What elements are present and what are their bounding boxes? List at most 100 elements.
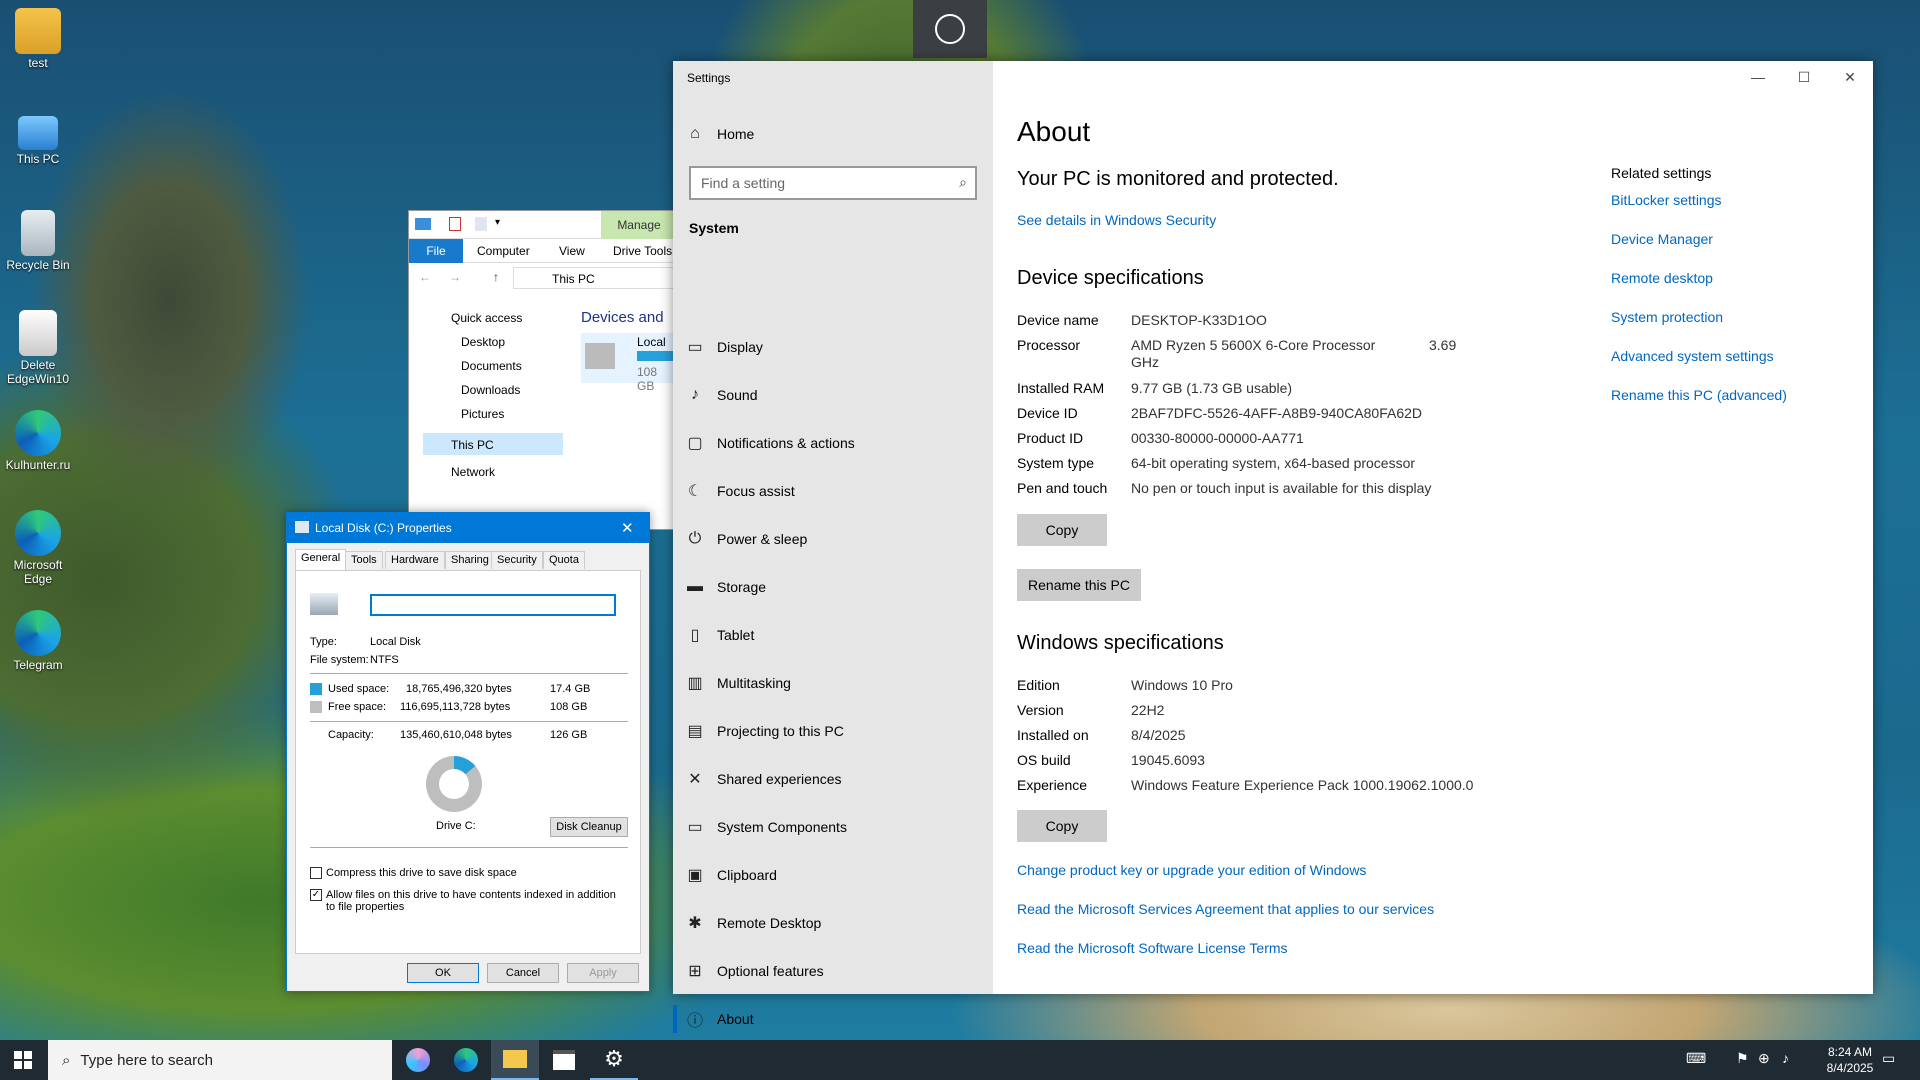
taskbar-copilot-button[interactable] — [394, 1040, 442, 1080]
nav-item-shared-experiences[interactable]: ✕ Shared experiences — [673, 759, 993, 799]
up-icon[interactable]: ↑ — [493, 270, 499, 284]
nav-item-power-sleep[interactable]: ⏻ Power & sleep — [673, 519, 993, 559]
nav-item-about[interactable]: ⓘ About — [673, 999, 993, 1039]
nav-home-label: Home — [717, 126, 755, 142]
volume-icon[interactable]: ♪ — [1782, 1050, 1789, 1066]
user-avatar-badge[interactable] — [913, 0, 987, 58]
drive-tile[interactable]: Local D 108 GB — [581, 333, 677, 393]
copy-windows-specs-button[interactable]: Copy — [1017, 810, 1107, 842]
desktop-icon-telegram[interactable]: Telegram — [2, 610, 74, 672]
nav-item-storage[interactable]: ▬ Storage — [673, 567, 993, 607]
tab-sharing[interactable]: Sharing — [445, 551, 495, 569]
desktop-icon-kulhunter[interactable]: Kulhunter.ru — [2, 410, 74, 472]
keyboard-icon[interactable]: ⌨ — [1686, 1050, 1706, 1067]
computer-icon[interactable] — [415, 218, 431, 230]
nav-item-focus-assist[interactable]: ☾ Focus assist — [673, 471, 993, 511]
index-label: Allow files on this drive to have conten… — [326, 889, 616, 913]
device-manager-link[interactable]: Device Manager — [1611, 231, 1713, 247]
tab-quota[interactable]: Quota — [543, 551, 585, 569]
taskbar-edge-button[interactable] — [442, 1040, 490, 1080]
tab-general[interactable]: General — [295, 549, 347, 571]
nav-item-clipboard[interactable]: ▣ Clipboard — [673, 855, 993, 895]
rename-pc-advanced-link[interactable]: Rename this PC (advanced) — [1611, 387, 1787, 403]
nav-item-multitasking[interactable]: ▥ Multitasking — [673, 663, 993, 703]
action-center-icon[interactable]: ▭ — [1882, 1050, 1895, 1067]
edge-icon — [15, 510, 61, 556]
nav-network[interactable]: Network — [451, 465, 495, 479]
rename-pc-button[interactable]: Rename this PC — [1017, 569, 1141, 601]
clock[interactable]: 8:24 AM 8/4/2025 — [1818, 1044, 1882, 1076]
close-icon[interactable]: ✕ — [621, 519, 634, 537]
tab-tools[interactable]: Tools — [345, 551, 383, 569]
advanced-system-settings-link[interactable]: Advanced system settings — [1611, 348, 1774, 364]
remote-desktop-link[interactable]: Remote desktop — [1611, 270, 1713, 286]
system-protection-link[interactable]: System protection — [1611, 309, 1723, 325]
taskbar-search-box[interactable]: ⌕ Type here to search — [48, 1040, 392, 1080]
cancel-button[interactable]: Cancel — [487, 963, 559, 983]
services-agreement-link[interactable]: Read the Microsoft Services Agreement th… — [1017, 901, 1434, 917]
nav-item-sound[interactable]: ♪ Sound — [673, 375, 993, 415]
desktop-icon-delete-edge[interactable]: Delete EdgeWin10 — [2, 310, 74, 386]
nav-item-display[interactable]: ▭ Display — [673, 327, 993, 367]
nav-item-optional-features[interactable]: ⊞ Optional features — [673, 951, 993, 991]
nav-documents[interactable]: Documents — [461, 359, 522, 373]
drive-icon — [310, 593, 338, 615]
compress-checkbox[interactable] — [310, 867, 322, 879]
chevron-down-icon[interactable]: ▾ — [495, 217, 500, 228]
copy-device-specs-button[interactable]: Copy — [1017, 514, 1107, 546]
nav-item-label: Clipboard — [717, 867, 777, 883]
notifications-tray-icon[interactable]: ⚑ — [1736, 1050, 1749, 1067]
nav-downloads[interactable]: Downloads — [461, 383, 520, 397]
spec-label: Product ID — [1017, 430, 1084, 446]
user-folder-icon — [15, 8, 61, 54]
drive-usage-bar — [637, 351, 677, 361]
volume-label-input[interactable] — [370, 594, 616, 616]
nav-desktop[interactable]: Desktop — [461, 335, 505, 349]
bitlocker-settings-link[interactable]: BitLocker settings — [1611, 192, 1722, 208]
network-icon[interactable]: ⊕ — [1758, 1050, 1770, 1067]
used-space-gb: 17.4 GB — [550, 683, 591, 695]
settings-window: Settings ⌂ Home Find a setting ⌕ System … — [673, 61, 1873, 1033]
nav-item-system-components[interactable]: ▭ System Components — [673, 807, 993, 847]
properties-icon[interactable] — [449, 217, 461, 231]
nav-quick-access[interactable]: Quick access — [451, 311, 522, 325]
tab-view[interactable]: View — [559, 244, 585, 258]
nav-item-projecting-to-this-pc[interactable]: ▤ Projecting to this PC — [673, 711, 993, 751]
disk-cleanup-button[interactable]: Disk Cleanup — [550, 817, 628, 837]
license-terms-link[interactable]: Read the Microsoft Software License Term… — [1017, 940, 1288, 956]
security-details-link[interactable]: See details in Windows Security — [1017, 212, 1216, 228]
find-setting-input[interactable]: Find a setting ⌕ — [689, 166, 977, 200]
nav-pictures[interactable]: Pictures — [461, 407, 504, 421]
nav-home[interactable]: ⌂ Home — [673, 114, 993, 154]
tab-security[interactable]: Security — [491, 551, 543, 569]
address-path[interactable]: This PC — [513, 267, 677, 289]
capacity-gb: 126 GB — [550, 729, 588, 741]
index-checkbox[interactable]: ✓ — [310, 889, 322, 901]
desktop-icon-microsoft-edge[interactable]: Microsoft Edge — [2, 510, 74, 586]
tab-hardware[interactable]: Hardware — [385, 551, 445, 569]
new-folder-icon[interactable] — [475, 217, 487, 231]
change-product-key-link[interactable]: Change product key or upgrade your editi… — [1017, 862, 1366, 878]
desktop-icon-recycle-bin[interactable]: Recycle Bin — [2, 210, 74, 272]
nav-item-remote-desktop[interactable]: ✱ Remote Desktop — [673, 903, 993, 943]
forward-icon[interactable]: → — [449, 270, 461, 284]
tab-computer[interactable]: Computer — [477, 244, 530, 258]
back-icon[interactable]: ← — [419, 270, 431, 284]
start-button[interactable] — [0, 1040, 46, 1080]
desktop-icon-test[interactable]: test — [2, 8, 74, 70]
devices-group-header[interactable]: Devices and — [581, 309, 664, 326]
ok-button[interactable]: OK — [407, 963, 479, 983]
apply-button[interactable]: Apply — [567, 963, 639, 983]
spec-label: Version — [1017, 702, 1064, 718]
taskbar-settings-button[interactable]: ⚙ — [590, 1040, 638, 1080]
multitasking-icon: ▥ — [687, 675, 703, 692]
tab-file[interactable]: File — [409, 239, 463, 263]
nav-this-pc[interactable]: This PC — [423, 433, 563, 455]
taskbar-file-explorer-button[interactable] — [491, 1040, 539, 1080]
tab-drive-tools[interactable]: Drive Tools — [613, 244, 672, 258]
taskbar-store-button[interactable] — [540, 1040, 588, 1080]
nav-item-tablet[interactable]: ▯ Tablet — [673, 615, 993, 655]
manage-tab[interactable]: Manage — [601, 211, 677, 239]
nav-item-notifications-actions[interactable]: ▢ Notifications & actions — [673, 423, 993, 463]
desktop-icon-this-pc[interactable]: This PC — [2, 110, 74, 166]
